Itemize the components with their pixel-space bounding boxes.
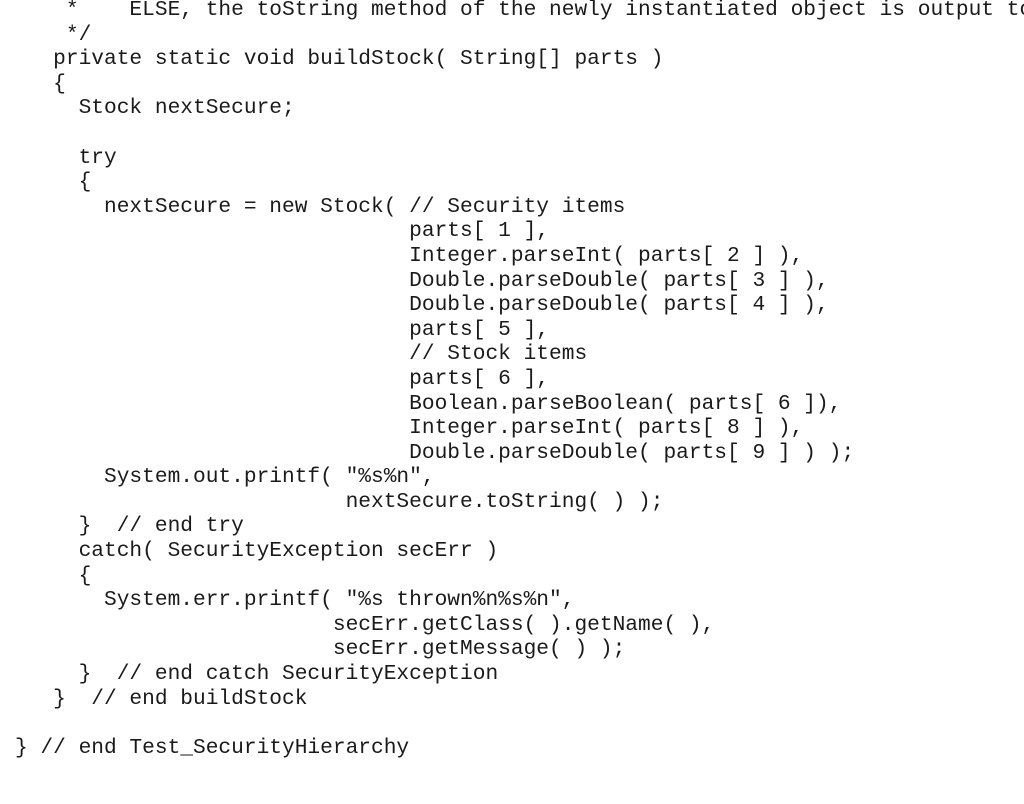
code-line-constructor-call: nextSecure = new Stock( // Security item… (15, 194, 626, 219)
code-line-printf-err: System.err.printf( "%s thrown%n%s%n", (15, 588, 575, 613)
code-line-argument: Boolean.parseBoolean( parts[ 6 ]), (15, 391, 842, 416)
code-line-end-class: } // end Test_SecurityHierarchy (15, 735, 410, 760)
code-line-catch-open-brace: { (15, 563, 92, 588)
code-line-try: try (15, 145, 117, 170)
code-listing: * ELSE, the toString method of the newly… (15, 0, 1024, 760)
code-line-argument-comment: // Stock items (15, 342, 588, 367)
code-line-argument: Integer.parseInt( parts[ 8 ] ), (15, 416, 804, 441)
code-line-argument: Double.parseDouble( parts[ 9 ] ) ); (15, 440, 855, 465)
code-line-end-catch: } // end catch SecurityException (15, 662, 499, 687)
code-line-end-method: } // end buildStock (15, 686, 308, 711)
code-line-argument: parts[ 5 ], (15, 317, 550, 342)
code-line-printf-argument: nextSecure.toString( ) ); (15, 489, 664, 514)
code-line-end-try: } // end try (15, 514, 244, 539)
code-line-argument: Double.parseDouble( parts[ 4 ] ), (15, 293, 829, 318)
code-line-try-open-brace: { (15, 170, 92, 195)
code-line-argument: parts[ 1 ], (15, 219, 550, 244)
code-line-comment-end: */ (15, 22, 92, 47)
code-line-catch: catch( SecurityException secErr ) (15, 539, 499, 564)
code-line-printf-argument: secErr.getClass( ).getName( ), (15, 612, 715, 637)
code-line-argument: parts[ 6 ], (15, 366, 550, 391)
code-line-argument: Double.parseDouble( parts[ 3 ] ), (15, 268, 829, 293)
code-line-printf-argument: secErr.getMessage( ) ); (15, 637, 626, 662)
code-line-printf-out: System.out.printf( "%s%n", (15, 465, 435, 490)
code-line-method-signature: private static void buildStock( String[]… (15, 47, 664, 72)
code-line-variable-declaration: Stock nextSecure; (15, 96, 295, 121)
code-line-argument: Integer.parseInt( parts[ 2 ] ), (15, 243, 804, 268)
code-line-method-open-brace: { (15, 71, 66, 96)
code-line-comment: * ELSE, the toString method of the newly… (15, 0, 1024, 22)
